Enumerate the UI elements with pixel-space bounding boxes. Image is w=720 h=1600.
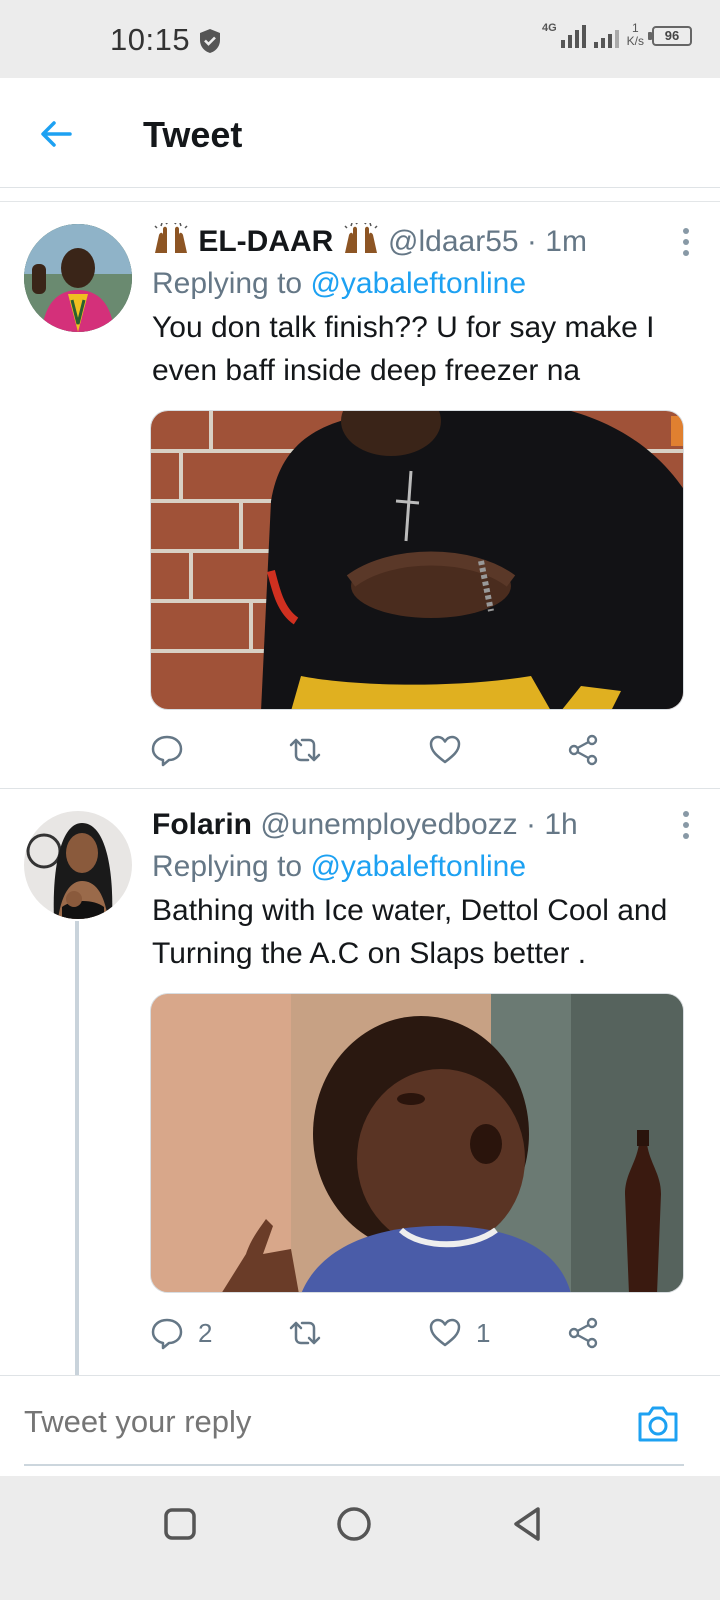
tweet-text: You don talk finish?? U for say make I e… xyxy=(152,311,655,387)
signal-icon xyxy=(560,24,586,48)
user-handle[interactable]: @ldaar55 xyxy=(388,225,519,258)
camera-icon[interactable] xyxy=(636,1404,680,1444)
reply-input[interactable] xyxy=(24,1404,584,1440)
tweet-reply-2[interactable]: Folarin @unemployedbozz · 1h Replying to… xyxy=(0,789,720,1375)
replying-to-handle[interactable]: @yabaleftonline xyxy=(310,267,526,300)
tweet-time: 1m xyxy=(545,225,587,258)
tweet-time: 1h xyxy=(544,808,578,841)
avatar[interactable] xyxy=(24,224,132,332)
tweet-text: Bathing with Ice water, Dettol Cool and … xyxy=(152,894,668,970)
thread-line xyxy=(75,921,79,1375)
share-icon xyxy=(568,1317,598,1349)
reply-button[interactable]: 2 xyxy=(150,1313,212,1353)
like-button[interactable] xyxy=(428,730,476,770)
more-options-icon[interactable] xyxy=(682,228,690,256)
tweet-actions xyxy=(150,730,684,770)
reply-icon xyxy=(151,1318,183,1350)
tweet-reply-1[interactable]: EL-DAAR @ldaar55 · 1m Replying to @yabal… xyxy=(0,204,720,789)
photo-boy-speaking xyxy=(151,994,683,1292)
heart-icon xyxy=(429,1318,461,1347)
raising-hands-emoji xyxy=(154,223,188,253)
recent-apps-icon[interactable] xyxy=(160,1504,200,1544)
replying-to-handle[interactable]: @yabaleftonline xyxy=(310,850,526,883)
network-type: 4G xyxy=(541,22,557,34)
like-button[interactable]: 1 xyxy=(428,1313,490,1353)
tweet-actions: 2 1 xyxy=(150,1313,684,1353)
status-indicators: 4G 1 K/s 96 xyxy=(542,22,692,48)
share-button[interactable] xyxy=(566,730,600,770)
home-icon[interactable] xyxy=(334,1504,374,1544)
reply-button[interactable] xyxy=(150,730,198,770)
like-count: 1 xyxy=(476,1317,491,1348)
heart-icon xyxy=(429,735,461,764)
page-title: Tweet xyxy=(143,114,243,155)
share-button[interactable] xyxy=(566,1313,600,1353)
reply-input-underline xyxy=(24,1464,684,1466)
retweet-button[interactable] xyxy=(288,730,336,770)
tweet-header: EL-DAAR @ldaar55 · 1m xyxy=(152,222,690,262)
share-icon xyxy=(568,734,598,766)
replying-to: Replying to @yabaleftonline xyxy=(152,850,527,883)
retweet-button[interactable] xyxy=(288,1313,336,1353)
status-time: 10:15 xyxy=(110,22,191,57)
signal-icon-sim2 xyxy=(593,24,619,48)
photo-man-black-shirt xyxy=(151,411,683,709)
back-icon[interactable] xyxy=(508,1504,548,1544)
user-handle[interactable]: @unemployedbozz xyxy=(260,808,517,841)
display-name[interactable]: EL-DAAR xyxy=(198,225,333,258)
raising-hands-emoji xyxy=(344,223,378,253)
avatar-image xyxy=(24,224,132,332)
separator-dot: · xyxy=(526,225,537,258)
replying-to: Replying to @yabaleftonline xyxy=(152,267,527,300)
network-speed: 1 K/s xyxy=(626,21,644,48)
avatar[interactable] xyxy=(24,811,132,919)
tweet-header: Folarin @unemployedbozz · 1h xyxy=(152,805,690,845)
system-nav-bar xyxy=(0,1476,720,1600)
tweet-media-image[interactable] xyxy=(150,410,684,710)
separator-dot: · xyxy=(525,808,536,841)
app-header: Tweet xyxy=(0,78,720,188)
reply-composer xyxy=(0,1375,720,1475)
display-name[interactable]: Folarin xyxy=(152,808,252,841)
arrow-left-icon[interactable] xyxy=(38,116,74,152)
status-bar: 10:15 4G 1 K/s 96 xyxy=(0,0,720,78)
retweet-icon xyxy=(289,1321,321,1345)
more-options-icon[interactable] xyxy=(682,811,690,839)
avatar-image xyxy=(24,811,132,919)
reply-icon xyxy=(151,735,183,767)
retweet-icon xyxy=(289,738,321,762)
shield-icon xyxy=(200,29,220,53)
reply-count: 2 xyxy=(198,1317,213,1348)
tweet-media-image[interactable] xyxy=(150,993,684,1293)
header-divider xyxy=(0,188,720,202)
battery-icon: 96 xyxy=(648,26,692,46)
